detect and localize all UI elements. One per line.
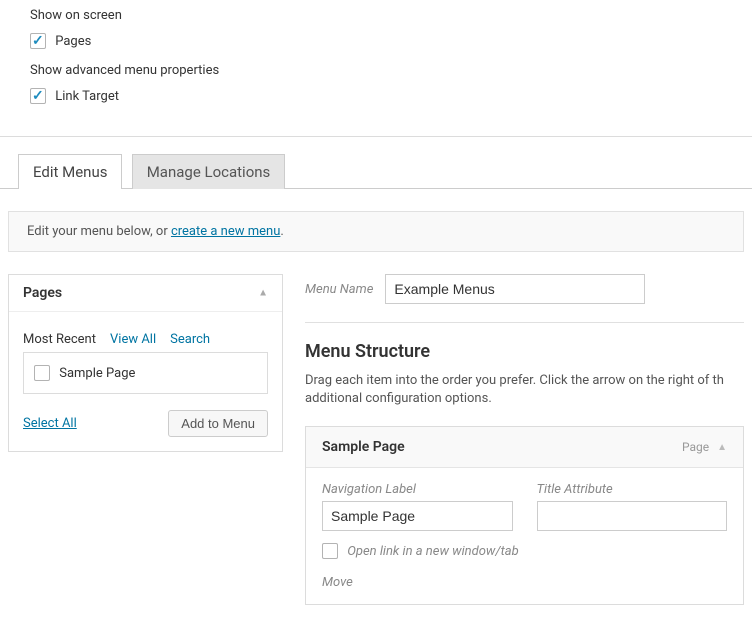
menu-structure-section: Menu Structure Drag each item into the o… [305, 322, 744, 605]
checkbox-pages-wrapper[interactable]: Pages [30, 33, 91, 48]
pages-metabox-footer: Select All Add to Menu [23, 410, 268, 437]
menu-item-type: Page ▲ [682, 440, 727, 454]
menu-item: Sample Page Page ▲ Navigation Label Titl… [305, 426, 744, 605]
screen-options-panel: Show on screen Pages Show advanced menu … [0, 0, 752, 137]
title-attr-field: Title Attribute [537, 482, 728, 531]
inner-tab-view-all[interactable]: View All [110, 326, 156, 353]
select-all-link[interactable]: Select All [23, 416, 77, 431]
menu-name-input[interactable] [385, 274, 645, 304]
page-item-sample-label: Sample Page [59, 366, 135, 381]
nav-label-label: Navigation Label [322, 482, 513, 497]
main-columns: Pages ▲ Most Recent View All Search Samp… [0, 274, 752, 625]
open-new-tab-wrapper[interactable]: Open link in a new window/tab [322, 544, 519, 559]
pages-metabox-body: Most Recent View All Search Sample Page … [9, 312, 282, 451]
menu-name-label: Menu Name [305, 282, 373, 297]
chevron-up-icon: ▲ [258, 288, 268, 299]
edit-notice-prefix: Edit your menu below, or [27, 224, 171, 239]
checkbox-link-target-label: Link Target [55, 89, 119, 104]
sidebar-column: Pages ▲ Most Recent View All Search Samp… [8, 274, 283, 452]
inner-tab-search[interactable]: Search [170, 326, 210, 353]
menu-structure-hint: Drag each item into the order you prefer… [305, 372, 744, 408]
pages-list: Sample Page [23, 352, 268, 394]
open-new-tab-label: Open link in a new window/tab [347, 544, 518, 559]
nav-tabs: Edit Menus Manage Locations [0, 137, 752, 189]
page-item-sample-checkbox[interactable] [34, 365, 50, 381]
menu-structure-title: Menu Structure [305, 341, 744, 362]
pages-metabox-title: Pages [23, 285, 62, 301]
move-label: Move [322, 575, 727, 590]
chevron-up-icon: ▲ [717, 442, 727, 453]
checkbox-link-target[interactable] [30, 88, 46, 104]
edit-notice: Edit your menu below, or create a new me… [8, 211, 744, 252]
menu-item-title: Sample Page [322, 439, 405, 455]
tab-edit-menus[interactable]: Edit Menus [18, 154, 122, 189]
pages-metabox: Pages ▲ Most Recent View All Search Samp… [8, 274, 283, 452]
add-to-menu-button[interactable]: Add to Menu [168, 410, 268, 437]
nav-label-field: Navigation Label [322, 482, 513, 531]
menu-item-body: Navigation Label Title Attribute Open li… [306, 468, 743, 604]
show-advanced-heading: Show advanced menu properties [30, 63, 722, 78]
page-item-sample-wrapper[interactable]: Sample Page [34, 365, 135, 380]
menu-editor-column: Menu Name Menu Structure Drag each item … [305, 274, 744, 605]
tab-manage-locations[interactable]: Manage Locations [132, 154, 286, 189]
edit-notice-suffix: . [280, 224, 283, 239]
show-on-screen-heading: Show on screen [30, 8, 722, 23]
nav-label-input[interactable] [322, 501, 513, 531]
menu-item-header[interactable]: Sample Page Page ▲ [306, 427, 743, 468]
create-new-menu-link[interactable]: create a new menu [171, 224, 280, 239]
inner-tab-most-recent[interactable]: Most Recent [23, 326, 96, 353]
checkbox-pages[interactable] [30, 33, 46, 49]
open-new-tab-checkbox[interactable] [322, 543, 338, 559]
menu-name-row: Menu Name [305, 274, 744, 304]
title-attr-input[interactable] [537, 501, 728, 531]
checkbox-pages-label: Pages [55, 34, 91, 49]
menu-item-type-label: Page [682, 440, 709, 454]
pages-metabox-header[interactable]: Pages ▲ [9, 275, 282, 312]
checkbox-link-target-wrapper[interactable]: Link Target [30, 88, 119, 103]
title-attr-label: Title Attribute [537, 482, 728, 497]
pages-inner-tabs: Most Recent View All Search [23, 326, 268, 353]
